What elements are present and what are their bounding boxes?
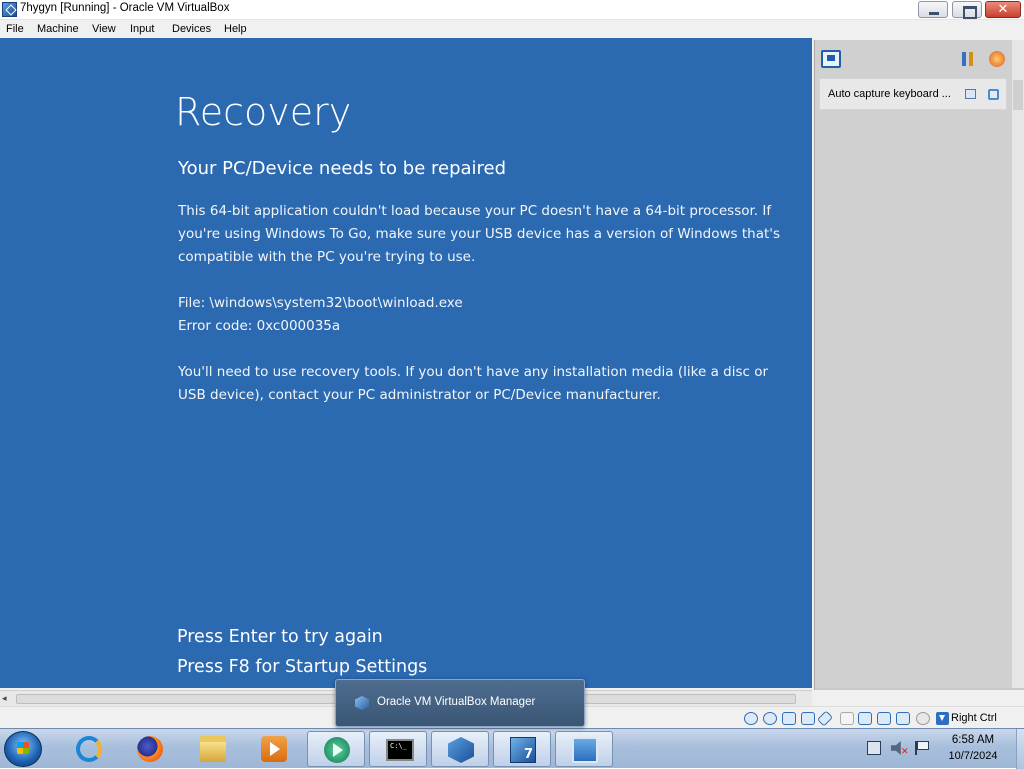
window-title: 7hygyn [Running] - Oracle VM VirtualBox <box>20 2 230 14</box>
shared-folder-icon[interactable] <box>840 712 854 725</box>
press-f8-option: Press F8 for Startup Settings <box>177 657 428 677</box>
taskbar-item-command-prompt[interactable]: C:\_ <box>369 731 427 767</box>
menu-input[interactable]: Input <box>130 23 154 35</box>
taskbar-item-remote-desktop[interactable] <box>555 731 613 767</box>
menu-bar: File Machine View Input Devices Help <box>0 20 1024 38</box>
menu-file[interactable]: File <box>6 23 24 35</box>
close-button[interactable]: ✕ <box>985 1 1021 18</box>
recording-icon[interactable] <box>877 712 891 725</box>
virtualbox-app-icon[interactable] <box>2 2 17 17</box>
mouse-integration-icon[interactable] <box>896 712 910 725</box>
notification-panel-body: Auto capture keyboard ... <box>815 40 1011 688</box>
remote-desktop-icon <box>572 737 598 763</box>
dismiss-icon[interactable] <box>988 89 999 100</box>
taskbar-item-file-explorer[interactable] <box>184 731 242 767</box>
media-player-icon <box>324 737 350 763</box>
notification-panel: Auto capture keyboard ... <box>814 40 1024 690</box>
virtualbox-icon <box>355 696 369 710</box>
virtualbox-window: 7hygyn [Running] - Oracle VM VirtualBox … <box>0 0 1024 728</box>
internet-explorer-icon <box>76 736 102 762</box>
start-button[interactable] <box>4 731 42 767</box>
notification-item[interactable]: Auto capture keyboard ... <box>819 78 1007 110</box>
sort-icon[interactable] <box>961 51 975 67</box>
media-center-icon <box>261 736 287 762</box>
recovery-file-line: File: \windows\system32\boot\winload.exe <box>178 295 463 311</box>
minimize-button[interactable] <box>918 1 948 18</box>
clock-date[interactable]: 10/7/2024 <box>930 750 1016 762</box>
firefox-icon <box>137 736 163 762</box>
tray-network-icon[interactable] <box>867 741 881 755</box>
taskbar-item-virtualbox[interactable] <box>431 731 489 767</box>
volume-muted-icon: ✕ <box>901 747 909 757</box>
title-bar[interactable]: 7hygyn [Running] - Oracle VM VirtualBox … <box>0 0 1024 20</box>
network-icon[interactable] <box>801 712 815 725</box>
recovery-instructions: You'll need to use recovery tools. If yo… <box>178 364 769 403</box>
taskbar-item-firefox[interactable] <box>121 731 179 767</box>
taskbar-item-internet-explorer[interactable] <box>60 731 118 767</box>
tray-action-center-flag-icon[interactable] <box>915 741 929 755</box>
menu-machine[interactable]: Machine <box>37 23 79 35</box>
hard-disk-icon[interactable] <box>744 712 758 725</box>
recovery-error-code: Error code: 0xc000035a <box>178 318 341 334</box>
taskbar-item-media-player[interactable] <box>307 731 365 767</box>
taskbar-item-media-center[interactable] <box>245 731 303 767</box>
audio-icon[interactable] <box>782 712 796 725</box>
virtualbox-icon <box>448 737 474 763</box>
show-desktop-button[interactable] <box>1016 729 1024 769</box>
tooltip-label: Oracle VM VirtualBox Manager <box>377 696 536 708</box>
scroll-left-icon[interactable]: ◂ <box>2 694 7 704</box>
usb-icon[interactable] <box>816 710 834 727</box>
cpu-icon[interactable] <box>916 712 930 725</box>
recovery-title: Recovery <box>175 90 352 134</box>
maximize-button[interactable] <box>952 1 982 19</box>
taskbar-item-virtualbox-7[interactable]: 7 <box>493 731 551 767</box>
optical-drive-icon[interactable] <box>763 712 777 725</box>
menu-devices[interactable]: Devices <box>172 23 211 35</box>
close-icon: ✕ <box>997 2 1009 17</box>
virtualbox-7-icon: 7 <box>510 737 536 763</box>
press-enter-option: Press Enter to try again <box>177 627 383 647</box>
dont-show-again-icon[interactable] <box>965 89 976 99</box>
notification-center-icon[interactable] <box>821 50 841 68</box>
clock-time[interactable]: 6:58 AM <box>930 734 1016 746</box>
panel-scrollbar-thumb[interactable] <box>1013 80 1023 110</box>
taskbar-thumbnail-tooltip[interactable]: Oracle VM VirtualBox Manager <box>335 679 585 727</box>
taskbar: C:\_ 7 ✕ 6:58 AM 10/7/2024 <box>0 728 1024 769</box>
vbox7-glyph-text: 7 <box>523 747 533 762</box>
notification-text: Auto capture keyboard ... <box>828 88 951 100</box>
menu-view[interactable]: View <box>92 23 116 35</box>
host-key-icon[interactable] <box>936 712 949 725</box>
recovery-subtitle: Your PC/Device needs to be repaired <box>178 158 507 179</box>
recovery-message: This 64-bit application couldn't load be… <box>178 203 781 265</box>
close-all-icon[interactable] <box>989 51 1005 67</box>
guest-screen[interactable]: Recovery Your PC/Device needs to be repa… <box>0 38 812 688</box>
host-key-label[interactable]: Right Ctrl <box>951 712 997 724</box>
menu-help[interactable]: Help <box>224 23 247 35</box>
display-icon[interactable] <box>858 712 872 725</box>
cmd-glyph-text: C:\_ <box>390 742 407 750</box>
command-prompt-icon: C:\_ <box>386 739 414 761</box>
panel-scrollbar[interactable] <box>1011 40 1024 688</box>
folder-icon <box>200 736 226 762</box>
